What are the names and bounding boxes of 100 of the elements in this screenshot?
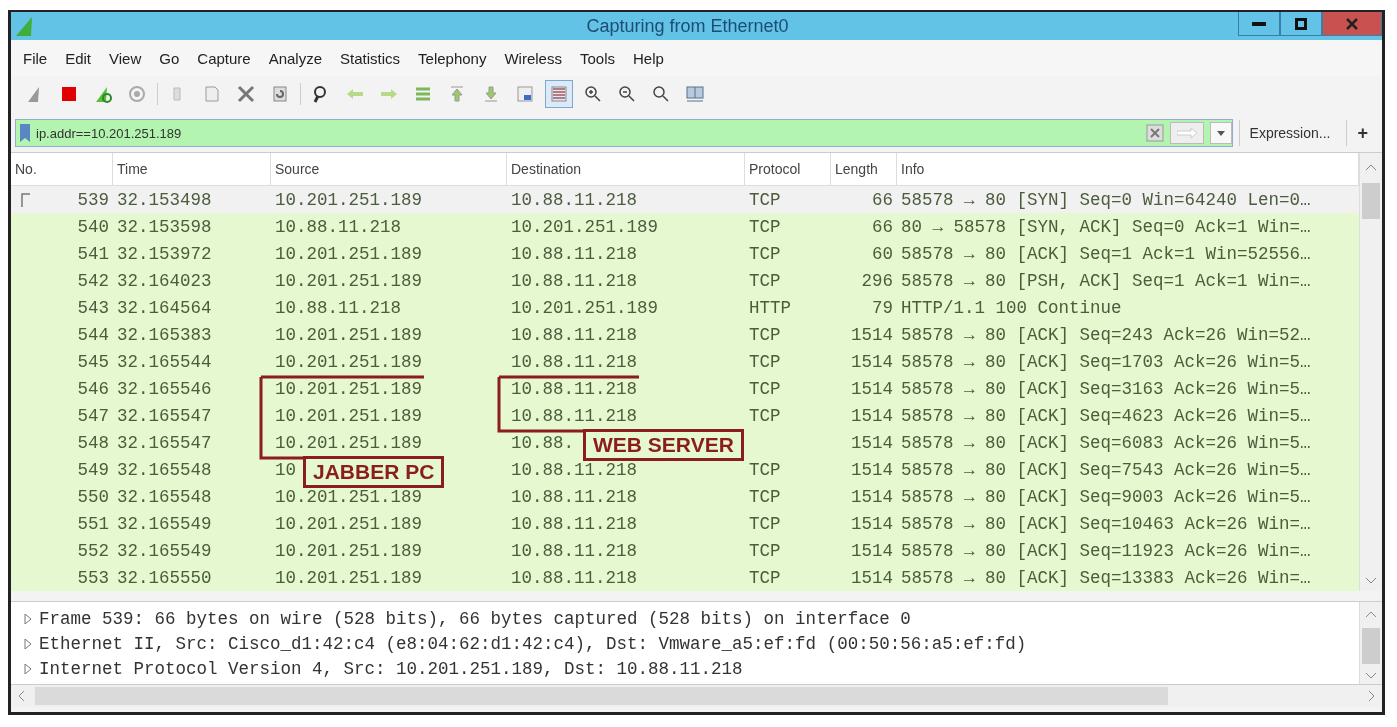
table-cell-text: HTTP/1.1 100 Continue bbox=[900, 297, 1123, 318]
table-cell-text: 10.201.251.189 bbox=[274, 513, 424, 534]
table-cell-text: 32.165549 bbox=[116, 540, 213, 561]
table-cell-text: 10.201.251.189 bbox=[274, 432, 424, 453]
table-cell-text: 10.88.11.218 bbox=[510, 405, 639, 426]
table-cell-text: 58578 → 80 [ACK] Seq=3163 Ack=26 Win=5… bbox=[900, 378, 1312, 399]
table-cell: 539 bbox=[77, 189, 109, 210]
table-cell-text: 58578 → 80 [ACK] Seq=13383 Ack=26 Win=… bbox=[900, 567, 1312, 588]
table-cell-text: 1514 bbox=[850, 351, 894, 372]
table-cell-text: 79 bbox=[871, 297, 894, 318]
table-cell-text: 66 bbox=[871, 216, 894, 237]
table-cell-text: 32.165550 bbox=[116, 567, 213, 588]
table-cell-text: 10.201.251.189 bbox=[274, 351, 424, 372]
table-cell-text: 10.88.11.218 bbox=[510, 459, 639, 480]
table-cell-text: 1514 bbox=[850, 459, 894, 480]
table-cell-text: 1514 bbox=[850, 513, 894, 534]
table-cell-text: 10.88.11.218 bbox=[510, 486, 639, 507]
table-cell-text: HTTP bbox=[748, 297, 792, 318]
table-cell: 543 bbox=[77, 297, 109, 318]
table-cell-text: 10.88.11.218 bbox=[510, 243, 639, 264]
table-cell-text: 10.88.11.218 bbox=[510, 513, 639, 534]
table-cell-text: 1514 bbox=[850, 378, 894, 399]
table-cell-text: 10.201.251.189 bbox=[510, 297, 660, 318]
table-cell-text: TCP bbox=[748, 405, 782, 426]
table-cell: 542 bbox=[77, 270, 109, 291]
table-cell-text: 32.153598 bbox=[116, 216, 213, 237]
table-cell-text: 32.165547 bbox=[116, 405, 213, 426]
table-cell-text: 58578 → 80 [ACK] Seq=9003 Ack=26 Win=5… bbox=[900, 486, 1312, 507]
table-cell-text: TCP bbox=[748, 378, 782, 399]
table-cell-text: 58578 → 80 [ACK] Seq=6083 Ack=26 Win=5… bbox=[900, 432, 1312, 453]
table-cell: 546 bbox=[77, 378, 109, 399]
table-cell: 551 bbox=[77, 513, 109, 534]
table-cell-text: 32.153972 bbox=[116, 243, 213, 264]
table-cell: 544 bbox=[77, 324, 109, 345]
table-cell-text: 32.165549 bbox=[116, 513, 213, 534]
table-cell-text: TCP bbox=[748, 567, 782, 588]
table-cell-text: 58578 → 80 [ACK] Seq=11923 Ack=26 Win=… bbox=[900, 540, 1312, 561]
table-cell-text: 58578 → 80 [ACK] Seq=243 Ack=26 Win=52… bbox=[900, 324, 1312, 345]
table-cell: 552 bbox=[77, 540, 109, 561]
table-cell-text: 10.88.11.218 bbox=[510, 270, 639, 291]
table-cell-text: 10.88.11.218 bbox=[274, 297, 403, 318]
table-cell-text: 58578 → 80 [PSH, ACK] Seq=1 Ack=1 Win=… bbox=[900, 270, 1312, 291]
table-cell-text: 66 bbox=[871, 189, 894, 210]
table-cell-text: 10.201.251.189 bbox=[274, 486, 424, 507]
table-cell-text: 10.201.251.189 bbox=[274, 540, 424, 561]
table-cell-text: 10.201.251.189 bbox=[274, 378, 424, 399]
table-cell-text: 10.88.11.218 bbox=[510, 351, 639, 372]
table-cell-text: TCP bbox=[748, 459, 782, 480]
table-cell: 549 bbox=[77, 459, 109, 480]
table-cell-text: TCP bbox=[748, 270, 782, 291]
table-cell-text: 10.201.251.189 bbox=[274, 405, 424, 426]
table-cell-text: TCP bbox=[748, 540, 782, 561]
table-cell-text: 10.88.11.218 bbox=[510, 189, 639, 210]
table-cell-text: TCP bbox=[748, 351, 782, 372]
table-cell-text: 10.88.11.218 bbox=[510, 378, 639, 399]
table-cell-text: 80 → 58578 [SYN, ACK] Seq=0 Ack=1 Win=… bbox=[900, 216, 1312, 237]
table-cell: 545 bbox=[77, 351, 109, 372]
table-cell-text: 32.164023 bbox=[116, 270, 213, 291]
table-cell-text: 1514 bbox=[850, 324, 894, 345]
table-cell-text: 58578 → 80 [ACK] Seq=1703 Ack=26 Win=5… bbox=[900, 351, 1312, 372]
table-cell-text: 10.201.251.189 bbox=[510, 216, 660, 237]
table-cell-text: 32.164564 bbox=[116, 297, 213, 318]
table-cell-text: 10.201.251.189 bbox=[274, 189, 424, 210]
table-cell-text: 1514 bbox=[850, 567, 894, 588]
table-cell-text: 58578 → 80 [ACK] Seq=4623 Ack=26 Win=5… bbox=[900, 405, 1312, 426]
window-title: Capturing from Ethernet0 bbox=[585, 15, 790, 37]
table-cell-text: 10.88.11.218 bbox=[510, 540, 639, 561]
table-cell: 541 bbox=[77, 243, 109, 264]
table-cell-text: 10.201.251.189 bbox=[274, 567, 424, 588]
table-cell-text: 32.165544 bbox=[116, 351, 213, 372]
table-cell-text: TCP bbox=[748, 324, 782, 345]
table-cell-text: 10.88.11.218 bbox=[274, 216, 403, 237]
table-cell-text: 10.88. bbox=[510, 432, 575, 453]
table-cell-text: 58578 → 80 [ACK] Seq=1 Ack=1 Win=52556… bbox=[900, 243, 1312, 264]
table-cell-text: 1514 bbox=[850, 432, 894, 453]
table-cell-text: 58578 → 80 [ACK] Seq=10463 Ack=26 Win=… bbox=[900, 513, 1312, 534]
table-cell: 553 bbox=[77, 567, 109, 588]
table-cell-text: 296 bbox=[860, 270, 894, 291]
table-cell-text: 32.165548 bbox=[116, 459, 213, 480]
annotation-tooltip: WEB SERVER bbox=[583, 429, 744, 461]
table-cell-text: 1514 bbox=[850, 405, 894, 426]
table-cell-text: 10.201.251.189 bbox=[274, 324, 424, 345]
table-cell: 547 bbox=[77, 405, 109, 426]
table-cell: 550 bbox=[77, 486, 109, 507]
table-cell-text: TCP bbox=[748, 513, 782, 534]
table-cell-text: 58578 → 80 [SYN] Seq=0 Win=64240 Len=0… bbox=[900, 189, 1312, 210]
table-cell-text: 1514 bbox=[850, 540, 894, 561]
table-cell-text: TCP bbox=[748, 216, 782, 237]
table-cell: 540 bbox=[77, 216, 109, 237]
table-cell-text: 10.88.11.218 bbox=[510, 567, 639, 588]
table-cell-text: 10.201.251.189 bbox=[274, 270, 424, 291]
table-cell-text: 60 bbox=[871, 243, 894, 264]
table-cell-text: TCP bbox=[748, 486, 782, 507]
table-cell-text: 32.165547 bbox=[116, 432, 213, 453]
table-cell-text: 58578 → 80 [ACK] Seq=7543 Ack=26 Win=5… bbox=[900, 459, 1312, 480]
table-cell-text: 10.201.251.189 bbox=[274, 243, 424, 264]
table-cell: 548 bbox=[77, 432, 109, 453]
table-cell-text: 32.153498 bbox=[116, 189, 213, 210]
annotation-tooltip: JABBER PC bbox=[303, 456, 445, 488]
table-cell-text: TCP bbox=[748, 243, 782, 264]
